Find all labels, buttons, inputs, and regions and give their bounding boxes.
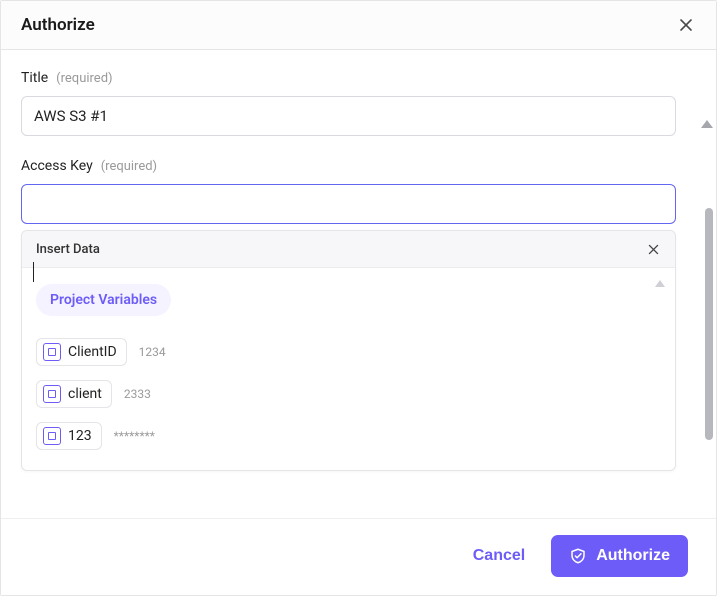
insert-data-body: Project Variables ClientID 1234 [22,268,675,470]
access-key-label: Access Key (required) [21,158,696,174]
title-label: Title (required) [21,70,696,86]
variable-list: ClientID 1234 client 2333 [36,338,661,450]
variable-preview: 1234 [139,345,166,359]
variable-pill[interactable]: ClientID [36,338,127,366]
insert-data-header: Insert Data [22,231,675,268]
variable-name: 123 [68,428,92,444]
variable-row[interactable]: client 2333 [36,380,661,408]
dialog-header: Authorize [1,1,716,50]
authorize-button-label: Authorize [596,547,670,565]
title-label-text: Title [21,70,48,86]
title-field-block: Title (required) [21,70,696,136]
variable-pill[interactable]: 123 [36,422,102,450]
access-key-field-block: Access Key (required) [21,158,696,224]
variable-icon [43,427,61,445]
variable-row[interactable]: 123 ******** [36,422,661,450]
variable-preview: ******** [114,429,155,443]
access-key-input[interactable] [21,184,676,224]
close-icon[interactable] [645,241,661,257]
variable-pill[interactable]: client [36,380,112,408]
variable-icon [43,385,61,403]
insert-data-panel: Insert Data Project Variables [21,230,676,471]
authorize-button[interactable]: Authorize [551,535,688,577]
variable-row[interactable]: ClientID 1234 [36,338,661,366]
dialog-body: Title (required) Access Key (required) I… [1,50,716,518]
category-chip-project-variables[interactable]: Project Variables [36,284,171,316]
access-key-required-hint: (required) [101,159,157,174]
dialog-title: Authorize [21,15,95,35]
cancel-button[interactable]: Cancel [473,547,525,565]
authorize-dialog: Authorize Title (required) Access Key ( [0,0,717,596]
close-icon[interactable] [676,15,696,35]
scroll-hint-up-icon[interactable] [655,280,665,287]
dialog-footer: Cancel Authorize [1,518,716,595]
variable-name: ClientID [68,344,117,360]
title-input[interactable] [21,96,676,136]
variable-icon [43,343,61,361]
title-required-hint: (required) [56,71,112,86]
shield-check-icon [569,546,587,566]
variable-preview: 2333 [124,387,151,401]
dialog-body-wrap: Title (required) Access Key (required) I… [1,50,716,518]
insert-data-title: Insert Data [36,242,100,257]
variable-name: client [68,386,102,402]
access-key-label-text: Access Key [21,158,93,174]
